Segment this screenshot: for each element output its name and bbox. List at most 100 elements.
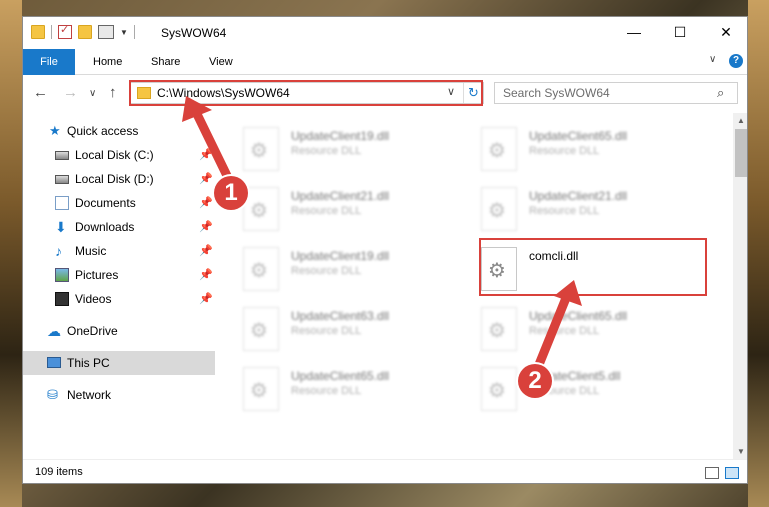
dll-file-icon — [243, 127, 279, 171]
expand-ribbon-icon[interactable]: ∨ — [709, 54, 716, 65]
search-input[interactable]: Search SysWOW64 — [503, 86, 610, 100]
disk-icon — [55, 151, 69, 160]
minimize-button[interactable]: — — [611, 17, 657, 47]
file-type: Resource DLL — [291, 265, 362, 277]
pin-icon[interactable]: 📌 — [199, 263, 213, 287]
pin-icon[interactable]: 📌 — [199, 287, 213, 311]
sidebar-item-label: OneDrive — [67, 324, 118, 338]
dll-file-icon — [243, 187, 279, 231]
scrollbar-thumb[interactable] — [735, 129, 747, 177]
list-item[interactable]: UpdateClient65.dll Resource DLL — [453, 121, 683, 177]
toolbar-separator — [51, 25, 52, 39]
file-type: Resource DLL — [529, 205, 600, 217]
this-pc-icon — [47, 357, 61, 368]
list-item[interactable]: UpdateClient19.dll Resource DLL — [215, 241, 445, 297]
navigation-pane: ★ Quick access Local Disk (C:) 📌 Local D… — [23, 113, 215, 459]
list-item[interactable]: UpdateClient5.dll Resource DLL — [453, 361, 683, 417]
file-type: Resource DLL — [291, 145, 362, 157]
search-box[interactable]: Search SysWOW64 ⌕ — [494, 82, 738, 104]
quick-access-toolbar: ▼ — [31, 23, 135, 39]
list-item[interactable]: UpdateClient21.dll Resource DLL — [215, 181, 445, 237]
toolbar-separator — [133, 25, 135, 39]
pin-icon[interactable]: 📌 — [199, 167, 213, 191]
sidebar-item-label: Local Disk (D:) — [75, 172, 154, 186]
list-item[interactable]: UpdateClient65.dll Resource DLL — [453, 301, 683, 357]
videos-icon — [55, 292, 69, 306]
file-name: UpdateClient65.dll — [529, 129, 628, 143]
sidebar-item-network[interactable]: ⛁ Network — [23, 383, 215, 407]
tab-file[interactable]: File — [23, 49, 75, 75]
file-type: Resource DLL — [291, 325, 362, 337]
file-name: UpdateClient65.dll — [529, 309, 628, 323]
sidebar-item-local-disk-d[interactable]: Local Disk (D:) 📌 — [23, 167, 215, 191]
file-name: UpdateClient19.dll — [291, 249, 390, 263]
file-name: UpdateClient21.dll — [529, 189, 628, 203]
back-button[interactable]: ← — [33, 84, 48, 101]
pin-icon[interactable]: 📌 — [199, 239, 213, 263]
sidebar-item-documents[interactable]: Documents 📌 — [23, 191, 215, 215]
dll-file-icon — [481, 127, 517, 171]
sidebar-item-label: Documents — [75, 196, 136, 210]
network-icon: ⛁ — [47, 387, 58, 402]
disk-icon — [55, 175, 69, 184]
customize-icon[interactable] — [98, 25, 114, 39]
file-name: UpdateClient63.dll — [291, 309, 390, 323]
sidebar-item-onedrive[interactable]: ☁ OneDrive — [23, 319, 215, 343]
file-name: UpdateClient21.dll — [291, 189, 390, 203]
dll-file-icon — [243, 247, 279, 291]
list-item[interactable]: UpdateClient19.dll Resource DLL — [215, 121, 445, 177]
sidebar-item-label: Quick access — [67, 124, 139, 138]
sidebar-item-pictures[interactable]: Pictures 📌 — [23, 263, 215, 287]
recent-locations-button[interactable]: ∨ — [89, 88, 96, 99]
file-highlight-box — [479, 238, 707, 296]
properties-check-icon[interactable] — [58, 23, 72, 39]
tab-view[interactable]: View — [209, 49, 233, 75]
step-badge-1: 1 — [214, 176, 248, 210]
sidebar-item-music[interactable]: ♪ Music 📌 — [23, 239, 215, 263]
title-bar: ▼ SysWOW64 — ☐ ✕ — [23, 17, 747, 49]
file-type: Resource DLL — [529, 325, 600, 337]
search-icon[interactable]: ⌕ — [717, 85, 724, 101]
list-item[interactable]: UpdateClient21.dll Resource DLL — [453, 181, 683, 237]
scroll-down-icon[interactable]: ▼ — [737, 447, 745, 456]
dll-file-icon — [243, 307, 279, 351]
tab-share[interactable]: Share — [151, 49, 180, 75]
vertical-scrollbar[interactable]: ▲ ▼ — [733, 113, 747, 459]
item-count: 109 items — [35, 466, 83, 478]
music-icon: ♪ — [55, 243, 62, 259]
sidebar-item-this-pc[interactable]: This PC — [23, 351, 215, 375]
chevron-down-icon[interactable]: ▼ — [120, 28, 128, 37]
pin-icon[interactable]: 📌 — [199, 143, 213, 167]
sidebar-item-local-disk-c[interactable]: Local Disk (C:) 📌 — [23, 143, 215, 167]
pin-icon[interactable]: 📌 — [199, 191, 213, 215]
new-folder-icon[interactable] — [78, 25, 92, 39]
file-type: Resource DLL — [291, 205, 362, 217]
file-type: Resource DLL — [291, 385, 362, 397]
list-item[interactable]: UpdateClient63.dll Resource DLL — [215, 301, 445, 357]
pin-icon[interactable]: 📌 — [199, 215, 213, 239]
maximize-button[interactable]: ☐ — [657, 17, 703, 47]
large-icons-view-icon[interactable] — [725, 467, 739, 479]
pictures-icon — [55, 268, 69, 282]
sidebar-item-label: This PC — [67, 356, 110, 370]
ribbon-tabs: File Home Share View ∨ ? — [23, 49, 747, 75]
folder-icon[interactable] — [31, 25, 45, 39]
sidebar-item-label: Music — [75, 244, 107, 258]
details-view-icon[interactable] — [705, 467, 719, 479]
file-type: Resource DLL — [529, 145, 600, 157]
sidebar-item-videos[interactable]: Videos 📌 — [23, 287, 215, 311]
dll-file-icon — [243, 367, 279, 411]
close-button[interactable]: ✕ — [703, 17, 747, 47]
status-bar: 109 items — [23, 459, 747, 483]
sidebar-item-quick-access[interactable]: ★ Quick access — [23, 119, 215, 143]
help-icon[interactable]: ? — [729, 54, 743, 68]
up-button[interactable]: ↑ — [109, 84, 117, 101]
dll-file-icon — [481, 367, 517, 411]
scroll-up-icon[interactable]: ▲ — [737, 116, 745, 125]
list-item[interactable]: UpdateClient65.dll Resource DLL — [215, 361, 445, 417]
navigation-bar: ← → ∨ ↑ C:\Windows\SysWOW64 ∨ ↻ Search S… — [23, 76, 747, 112]
tab-home[interactable]: Home — [93, 49, 122, 75]
sidebar-item-downloads[interactable]: ⬇ Downloads 📌 — [23, 215, 215, 239]
forward-button[interactable]: → — [63, 84, 78, 101]
sidebar-item-label: Local Disk (C:) — [75, 148, 154, 162]
